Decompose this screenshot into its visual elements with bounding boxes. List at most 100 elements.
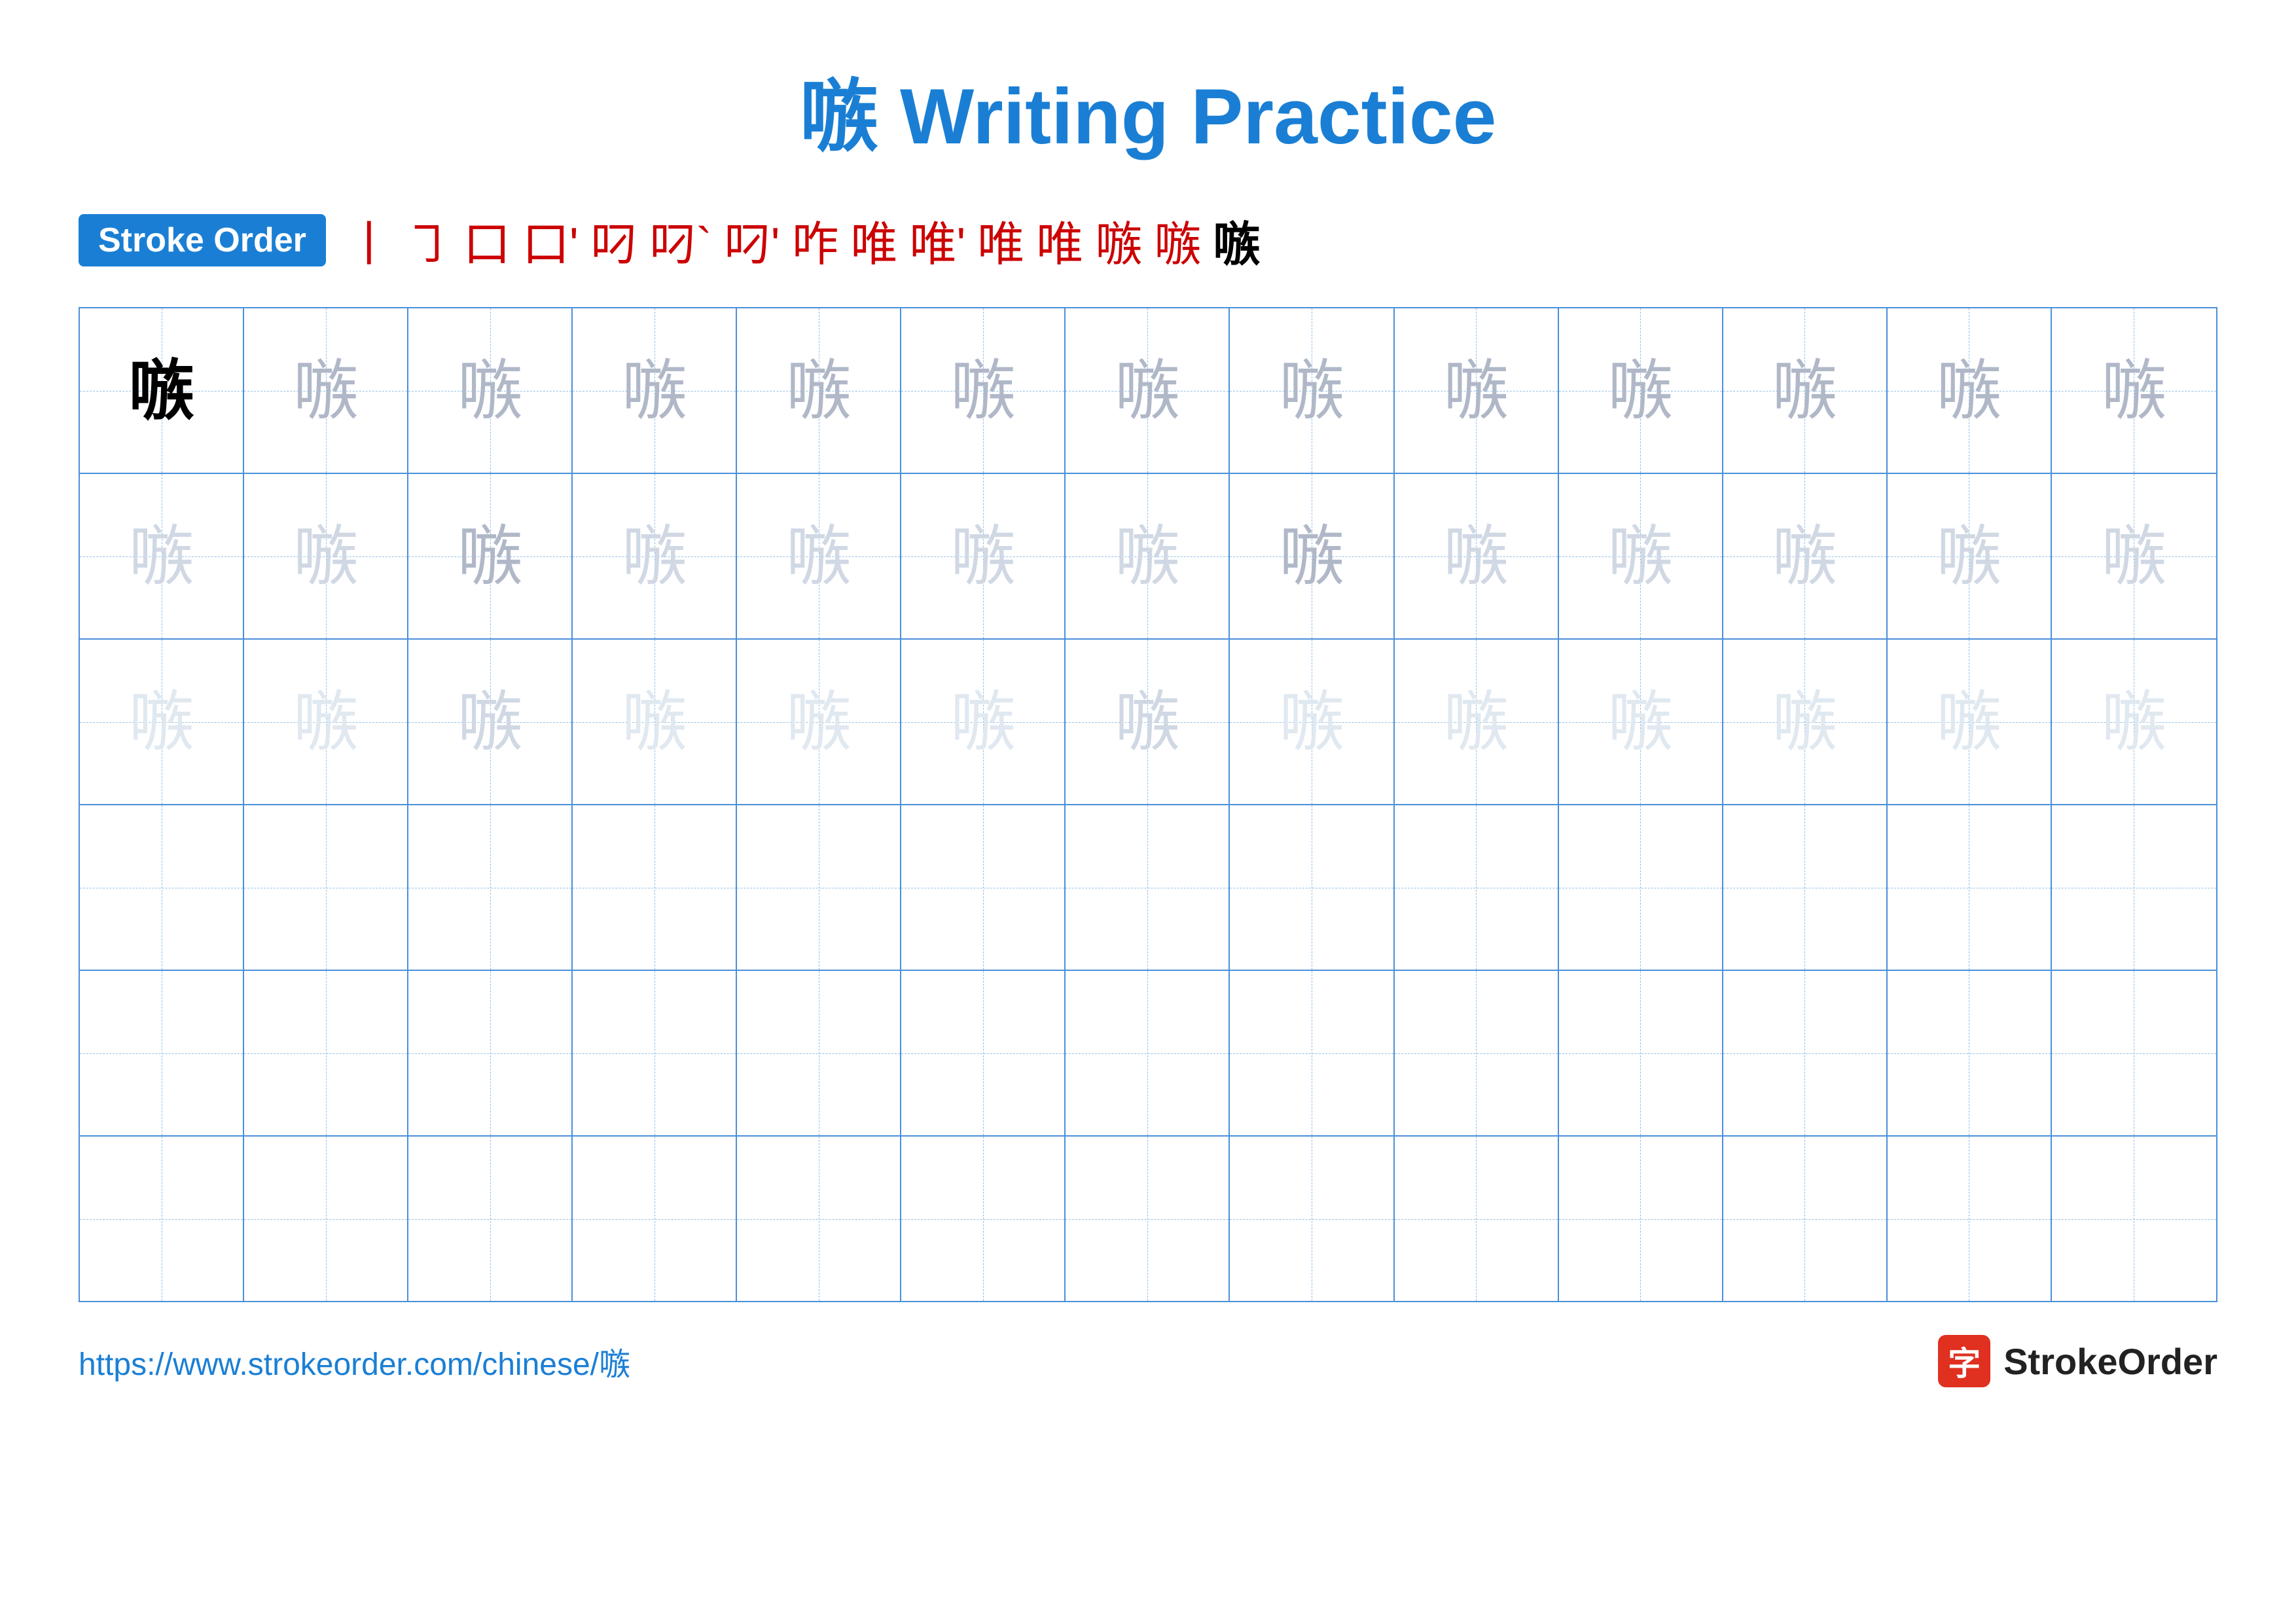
cell-3-1: 嗾 [80, 640, 244, 804]
stroke-9: 唯 [850, 206, 897, 274]
cell-5-12[interactable] [1888, 971, 2052, 1135]
cell-1-4: 嗾 [573, 308, 737, 473]
stroke-15: 嗾 [1213, 206, 1260, 274]
cell-6-12[interactable] [1888, 1137, 2052, 1301]
cell-5-10[interactable] [1559, 971, 1723, 1135]
cell-6-5[interactable] [737, 1137, 901, 1301]
footer-logo: 字 StrokeOrder [1938, 1335, 2217, 1387]
cell-4-4[interactable] [573, 805, 737, 970]
cell-1-8: 嗾 [1230, 308, 1394, 473]
cell-6-10[interactable] [1559, 1137, 1723, 1301]
cell-4-8[interactable] [1230, 805, 1394, 970]
cell-1-2: 嗾 [244, 308, 408, 473]
cell-4-1[interactable] [80, 805, 244, 970]
cell-3-5: 嗾 [737, 640, 901, 804]
cell-1-13: 嗾 [2052, 308, 2216, 473]
stroke-1: 丨 [346, 206, 393, 274]
grid-row-5 [80, 971, 2216, 1137]
cell-6-9[interactable] [1395, 1137, 1559, 1301]
cell-3-11: 嗾 [1723, 640, 1888, 804]
cell-2-10: 嗾 [1559, 474, 1723, 638]
cell-4-12[interactable] [1888, 805, 2052, 970]
grid-row-3: 嗾 嗾 嗾 嗾 嗾 嗾 嗾 嗾 嗾 嗾 嗾 嗾 嗾 [80, 640, 2216, 805]
strokeorder-icon: 字 [1938, 1335, 1990, 1387]
cell-1-7: 嗾 [1066, 308, 1230, 473]
cell-6-13[interactable] [2052, 1137, 2216, 1301]
stroke-4: 口' [522, 206, 579, 274]
cell-2-13: 嗾 [2052, 474, 2216, 638]
cell-5-4[interactable] [573, 971, 737, 1135]
practice-grid: 嗾 嗾 嗾 嗾 嗾 嗾 嗾 嗾 嗾 嗾 嗾 嗾 嗾 嗾 嗾 嗾 嗾 嗾 嗾 嗾 … [79, 307, 2217, 1302]
cell-6-7[interactable] [1066, 1137, 1230, 1301]
cell-4-3[interactable] [408, 805, 573, 970]
cell-2-5: 嗾 [737, 474, 901, 638]
stroke-3: 口 [463, 206, 511, 274]
cell-3-12: 嗾 [1888, 640, 2052, 804]
cell-3-9: 嗾 [1395, 640, 1559, 804]
grid-row-4 [80, 805, 2216, 971]
cell-6-2[interactable] [244, 1137, 408, 1301]
cell-4-2[interactable] [244, 805, 408, 970]
page-title: 嗾 Writing Practice [800, 52, 1497, 166]
cell-4-5[interactable] [737, 805, 901, 970]
cell-6-6[interactable] [901, 1137, 1066, 1301]
cell-6-4[interactable] [573, 1137, 737, 1301]
grid-row-6 [80, 1137, 2216, 1301]
cell-2-9: 嗾 [1395, 474, 1559, 638]
cell-5-6[interactable] [901, 971, 1066, 1135]
cell-4-10[interactable] [1559, 805, 1723, 970]
cell-3-10: 嗾 [1559, 640, 1723, 804]
cell-2-2: 嗾 [244, 474, 408, 638]
stroke-12: 唯 [1036, 206, 1083, 274]
cell-2-12: 嗾 [1888, 474, 2052, 638]
stroke-5: 叼 [590, 206, 637, 274]
stroke-2: ㇆ [404, 206, 452, 274]
footer: https://www.strokeorder.com/chinese/嗾 字 … [79, 1335, 2217, 1387]
stroke-14: 嗾 [1154, 206, 1201, 274]
cell-5-7[interactable] [1066, 971, 1230, 1135]
stroke-13: 嗾 [1095, 206, 1142, 274]
cell-6-1[interactable] [80, 1137, 244, 1301]
stroke-6: 叼` [649, 206, 712, 274]
cell-5-1[interactable] [80, 971, 244, 1135]
cell-1-3: 嗾 [408, 308, 573, 473]
cell-1-12: 嗾 [1888, 308, 2052, 473]
cell-2-6: 嗾 [901, 474, 1066, 638]
cell-4-7[interactable] [1066, 805, 1230, 970]
cell-4-11[interactable] [1723, 805, 1888, 970]
cell-5-2[interactable] [244, 971, 408, 1135]
stroke-8: 咋 [791, 206, 838, 274]
cell-5-5[interactable] [737, 971, 901, 1135]
grid-row-2: 嗾 嗾 嗾 嗾 嗾 嗾 嗾 嗾 嗾 嗾 嗾 嗾 嗾 [80, 474, 2216, 640]
cell-5-9[interactable] [1395, 971, 1559, 1135]
cell-6-8[interactable] [1230, 1137, 1394, 1301]
cell-5-13[interactable] [2052, 971, 2216, 1135]
cell-1-10: 嗾 [1559, 308, 1723, 473]
footer-logo-text: StrokeOrder [2003, 1340, 2217, 1383]
cell-6-11[interactable] [1723, 1137, 1888, 1301]
cell-3-6: 嗾 [901, 640, 1066, 804]
cell-5-11[interactable] [1723, 971, 1888, 1135]
cell-1-6: 嗾 [901, 308, 1066, 473]
cell-2-3: 嗾 [408, 474, 573, 638]
cell-4-6[interactable] [901, 805, 1066, 970]
cell-6-3[interactable] [408, 1137, 573, 1301]
stroke-10: 唯' [909, 206, 965, 274]
cell-1-9: 嗾 [1395, 308, 1559, 473]
cell-2-1: 嗾 [80, 474, 244, 638]
cell-2-11: 嗾 [1723, 474, 1888, 638]
stroke-11: 唯 [977, 206, 1024, 274]
cell-2-4: 嗾 [573, 474, 737, 638]
cell-5-8[interactable] [1230, 971, 1394, 1135]
footer-url: https://www.strokeorder.com/chinese/嗾 [79, 1338, 630, 1384]
stroke-order-badge: Stroke Order [79, 214, 326, 266]
grid-row-1: 嗾 嗾 嗾 嗾 嗾 嗾 嗾 嗾 嗾 嗾 嗾 嗾 嗾 [80, 308, 2216, 474]
cell-5-3[interactable] [408, 971, 573, 1135]
cell-3-2: 嗾 [244, 640, 408, 804]
stroke-sequence: 丨 ㇆ 口 口' 叼 叼` 叼' 咋 唯 唯' 唯 唯 嗾 嗾 嗾 [346, 206, 1260, 274]
cell-4-9[interactable] [1395, 805, 1559, 970]
cell-3-8: 嗾 [1230, 640, 1394, 804]
cell-4-13[interactable] [2052, 805, 2216, 970]
cell-3-13: 嗾 [2052, 640, 2216, 804]
stroke-7: 叼' [724, 206, 780, 274]
